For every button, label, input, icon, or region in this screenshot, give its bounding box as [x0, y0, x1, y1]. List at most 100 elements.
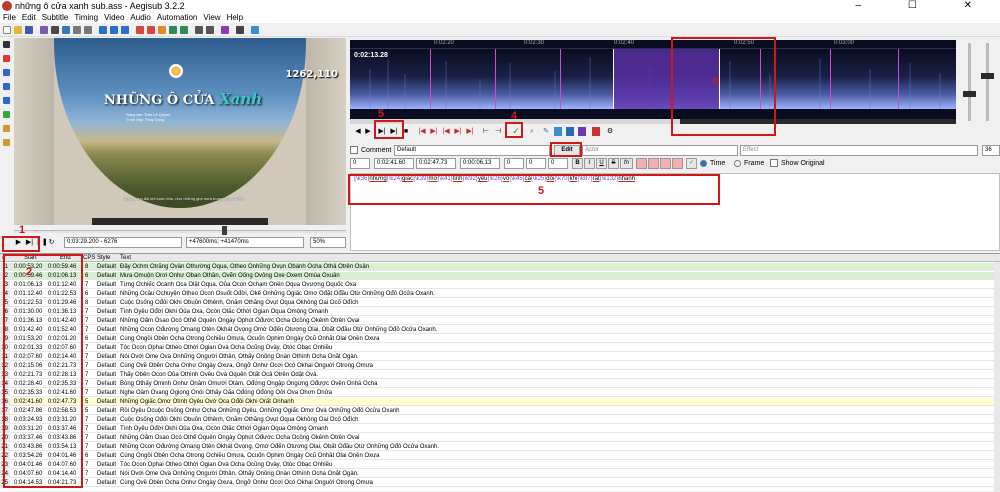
table-row[interactable]: 18 0:03:24.93 0:03:31.20 7 Default Cuộc Osống… — [0, 416, 1000, 424]
play-current-icon[interactable]: ▶| — [390, 127, 398, 136]
menu-video[interactable]: Video — [101, 13, 127, 22]
audio-scroll-thumb[interactable] — [680, 119, 956, 124]
line-boundary[interactable] — [830, 49, 831, 109]
stop-audio-icon[interactable]: ■ — [402, 127, 410, 136]
outline-color-icon[interactable] — [660, 158, 671, 169]
lead-out-icon[interactable]: ⊣ — [494, 127, 502, 136]
rotate-z-tool-icon[interactable] — [3, 83, 10, 90]
standard-tool-icon[interactable] — [3, 41, 10, 48]
duration-field[interactable]: 0:00:06.13 — [460, 158, 500, 169]
menu-help[interactable]: Help — [224, 13, 246, 22]
primary-color-icon[interactable] — [636, 158, 647, 169]
table-row[interactable]: 6 0:01:30.00 0:01:36.13 7 Default Tình Oyêu O… — [0, 308, 1000, 316]
karaoke-mode-icon[interactable] — [578, 127, 586, 136]
auto-commit-icon[interactable]: ✎ — [542, 127, 550, 136]
style-select[interactable]: Default — [394, 145, 550, 156]
scale-tool-icon[interactable] — [3, 111, 10, 118]
window-controls[interactable]: – ☐ ✕ — [856, 0, 994, 12]
shadow-color-icon[interactable] — [672, 158, 683, 169]
audio-zoom-track[interactable] — [968, 43, 971, 121]
table-row[interactable]: 4 0:01:12.40 0:01:22.53 6 Default Những Ocâu … — [0, 290, 1000, 298]
open-file-icon[interactable] — [14, 26, 22, 34]
table-row[interactable]: 24 0:04:07.60 0:04:14.40 7 Default Nói Ovới O… — [0, 470, 1000, 478]
menu-view[interactable]: View — [200, 13, 223, 22]
margin-vertical-field[interactable]: 0 — [548, 158, 568, 169]
time-radio[interactable] — [700, 160, 707, 167]
table-row[interactable]: 25 0:04:14.53 0:04:21.73 7 Default Cùng Ovề O… — [0, 479, 1000, 487]
vector-clip-tool-icon[interactable] — [3, 139, 10, 146]
table-row[interactable]: 3 0:01:06.13 0:01:12.40 7 Default Từng Ochiếc… — [0, 281, 1000, 289]
play-line-icon[interactable]: ▶| — [25, 238, 34, 247]
karaoke-text[interactable]: {\k36}những{\k24}giấc{\k39}mơ{\k41}tinh{… — [354, 176, 635, 182]
selection-start-marker[interactable] — [613, 49, 614, 109]
table-row[interactable]: 21 0:03:43.86 0:03:54.13 7 Default Những Ocon… — [0, 443, 1000, 451]
resample-icon[interactable] — [169, 26, 177, 34]
volume-track[interactable] — [986, 43, 989, 121]
table-row[interactable]: 9 0:01:53.20 0:02:01.20 6 Default Cùng Ongồi … — [0, 335, 1000, 343]
go-to-icon[interactable]: ⌕ — [528, 127, 536, 136]
audio-zoom-slider-thumb[interactable] — [963, 91, 976, 97]
play-last-500ms-icon[interactable]: ▶| — [454, 127, 462, 136]
play-500ms-after-icon[interactable]: ▶| — [430, 127, 438, 136]
video-display[interactable]: NHỮNG Ô CỬA Xanh Sáng tác: Trần Lê Quỳnh… — [14, 38, 346, 225]
kanji-timer-icon[interactable] — [195, 26, 203, 34]
audio-options-icon[interactable]: ⚙ — [606, 127, 614, 136]
timing-post-icon[interactable] — [180, 26, 188, 34]
comment-checkbox[interactable] — [350, 146, 358, 154]
table-row[interactable]: 8 0:01:42.40 0:01:52.40 7 Default Những Ocon … — [0, 326, 1000, 334]
rotate-xy-tool-icon[interactable] — [3, 97, 10, 104]
strikeout-button[interactable]: S — [608, 158, 619, 169]
play-icon[interactable]: ▶ — [14, 238, 23, 247]
table-row[interactable]: 2 0:00:59.46 0:01:06.13 6 Default Mưa Omuộn O… — [0, 272, 1000, 280]
jump-to-icon[interactable] — [62, 26, 70, 34]
actor-field[interactable]: Actor — [582, 145, 738, 156]
effect-field[interactable]: Effect — [740, 145, 978, 156]
show-original-checkbox[interactable] — [770, 159, 778, 167]
stop-icon[interactable]: ❚❚ — [36, 238, 48, 247]
table-row[interactable]: 19 0:03:31.20 0:03:37.46 7 Default Tình Oyêu … — [0, 425, 1000, 433]
commit-check-icon[interactable]: ✓ — [512, 127, 520, 136]
table-row[interactable]: 16 0:02:41.60 0:02:47.73 5 Default Những Ogiấ… — [0, 398, 1000, 406]
line-boundary[interactable] — [760, 49, 761, 109]
layer-spin[interactable]: 36 — [982, 145, 1000, 156]
secondary-color-icon[interactable] — [648, 158, 659, 169]
table-row[interactable]: 10 0:02:01.33 0:02:07.60 7 Default Tóc Ocon O… — [0, 344, 1000, 352]
line-boundary[interactable] — [560, 49, 561, 109]
menu-timing[interactable]: Timing — [71, 13, 101, 22]
table-row[interactable]: 7 0:01:36.13 0:01:42.40 7 Default Những Oẩm O… — [0, 317, 1000, 325]
crosshair-tool-icon[interactable] — [3, 55, 10, 62]
margin-right-field[interactable]: 0 — [526, 158, 546, 169]
underline-button[interactable]: U — [596, 158, 607, 169]
video-seek-bar[interactable] — [14, 230, 346, 233]
clip-tool-icon[interactable] — [3, 125, 10, 132]
commit-icon[interactable]: ✓ — [686, 158, 697, 169]
volume-slider-thumb[interactable] — [981, 73, 994, 79]
lead-in-icon[interactable]: ⊢ — [482, 127, 490, 136]
new-file-icon[interactable] — [3, 26, 11, 34]
selection-end-marker[interactable] — [719, 49, 720, 109]
autoscroll-video-icon[interactable]: ↻ — [47, 238, 56, 247]
table-row[interactable]: 13 0:02:21.73 0:02:28.13 7 Default Thấy Obên … — [0, 371, 1000, 379]
next-line-icon[interactable]: ▶ — [364, 127, 372, 136]
automation-icon[interactable] — [136, 26, 144, 34]
play-selection-icon[interactable]: ▶| — [378, 127, 386, 136]
menu-audio[interactable]: Audio — [127, 13, 153, 22]
sort-icon[interactable] — [206, 26, 214, 34]
layer-field[interactable]: 0 — [350, 158, 370, 169]
karaoke-icon[interactable] — [147, 26, 155, 34]
line-boundary[interactable] — [495, 49, 496, 109]
margin-left-field[interactable]: 0 — [504, 158, 524, 169]
drag-tool-icon[interactable] — [3, 69, 10, 76]
properties-icon[interactable] — [99, 26, 107, 34]
zoom-out-icon[interactable] — [84, 26, 92, 34]
karaoke-split-icon[interactable] — [592, 127, 600, 136]
font-button[interactable]: fn — [620, 158, 633, 169]
options-icon[interactable] — [236, 26, 244, 34]
open-video-icon[interactable] — [40, 26, 48, 34]
play-to-end-icon[interactable]: ▶| — [466, 127, 474, 136]
line-boundary[interactable] — [898, 49, 899, 109]
table-row[interactable]: 14 0:02:28.40 0:02:35.33 7 Default Bỗng Othấy… — [0, 380, 1000, 388]
spellcheck-icon[interactable] — [221, 26, 229, 34]
audio-scrollbar[interactable] — [350, 119, 956, 124]
audio-selection[interactable] — [613, 49, 719, 109]
